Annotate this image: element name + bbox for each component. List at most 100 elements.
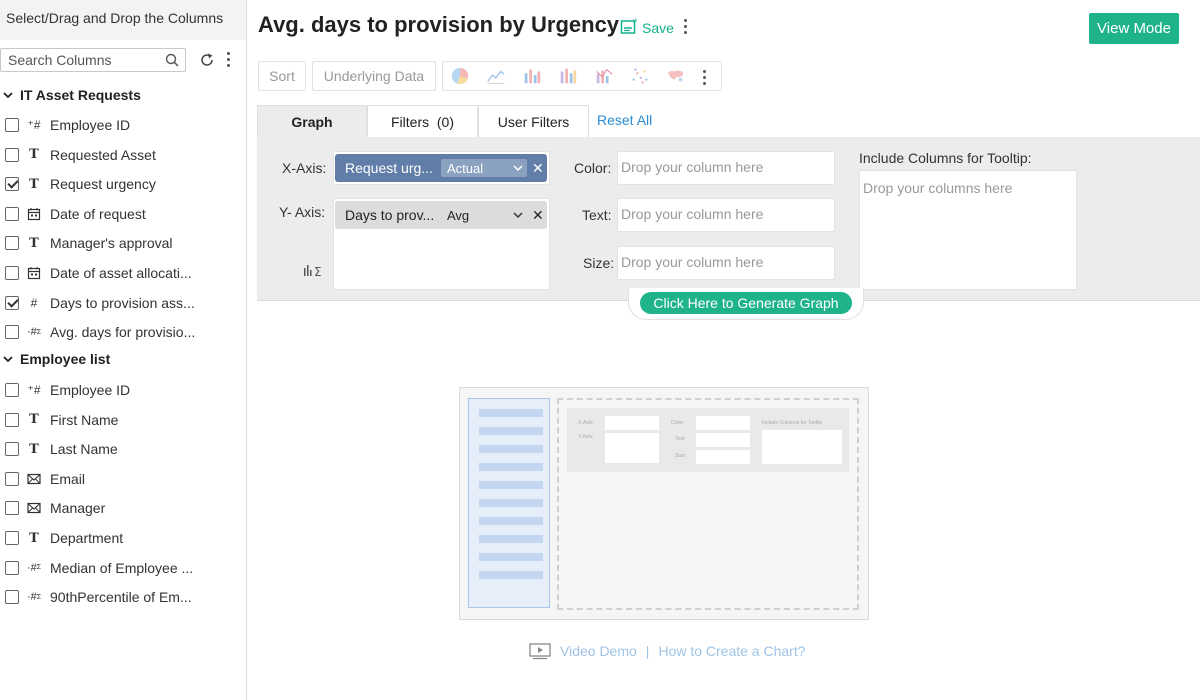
calendar-icon bbox=[27, 207, 41, 220]
text-type-icon: T bbox=[29, 235, 39, 251]
column-item[interactable]: ·# Σ 90thPercentile of Em... bbox=[0, 586, 246, 608]
calendar-icon bbox=[27, 267, 41, 280]
column-checkbox[interactable] bbox=[5, 236, 19, 251]
column-item[interactable]: # Days to provision ass... bbox=[0, 292, 246, 314]
tab-filters[interactable]: Filters (0) bbox=[367, 105, 478, 137]
save-label: Save bbox=[642, 20, 674, 36]
column-item[interactable]: ⁺# Employee ID bbox=[0, 379, 246, 401]
column-item[interactable]: Date of request bbox=[0, 203, 246, 225]
illustration-tooltip-text: Include Columns for Tooltip bbox=[762, 420, 823, 426]
combo-chart-icon[interactable] bbox=[593, 66, 615, 86]
column-item[interactable]: ⁺# Employee ID bbox=[0, 114, 246, 136]
column-item[interactable]: ·# Σ Avg. days for provisio... bbox=[0, 321, 246, 343]
illustration-y-axis-text: Y-Axis: bbox=[578, 434, 594, 440]
column-item[interactable]: Manager bbox=[0, 497, 246, 519]
column-checkbox[interactable] bbox=[5, 266, 19, 280]
text-type-icon: T bbox=[29, 530, 39, 546]
formula-icon: ·# Σ bbox=[26, 591, 42, 604]
column-item[interactable]: Date of asset allocati... bbox=[0, 262, 246, 284]
video-icon bbox=[529, 643, 551, 660]
tooltip-label: Include Columns for Tooltip: bbox=[859, 150, 1032, 166]
column-label: Manager's approval bbox=[50, 235, 173, 252]
column-checkbox[interactable] bbox=[5, 295, 19, 310]
x-axis-aggregation-select[interactable]: Actual bbox=[441, 159, 527, 177]
column-item[interactable]: T First Name bbox=[0, 409, 246, 431]
email-icon bbox=[27, 473, 41, 484]
save-button[interactable]: * Save bbox=[620, 16, 674, 36]
sort-button[interactable]: Sort bbox=[258, 61, 306, 91]
aggregate-function-icon[interactable]: Σ bbox=[303, 262, 325, 278]
map-chart-icon[interactable] bbox=[665, 66, 687, 86]
chevron-down-icon[interactable] bbox=[2, 89, 14, 101]
search-columns-box[interactable] bbox=[0, 48, 186, 72]
column-group-header[interactable]: Employee list bbox=[0, 351, 110, 367]
column-item[interactable]: T Request urgency bbox=[0, 173, 246, 195]
column-panel-more-icon[interactable] bbox=[227, 52, 231, 70]
video-demo-link[interactable]: Video Demo bbox=[560, 643, 637, 659]
y-axis-aggregation-select[interactable]: Avg bbox=[441, 206, 527, 224]
page-title: Avg. days to provision by Urgency bbox=[258, 12, 620, 37]
column-item[interactable]: Email bbox=[0, 468, 246, 490]
column-checkbox[interactable] bbox=[5, 471, 19, 486]
line-chart-icon[interactable] bbox=[485, 66, 507, 86]
x-axis-aggregation-value: Actual bbox=[447, 160, 484, 176]
bar-chart-icon[interactable] bbox=[521, 66, 543, 86]
column-checkbox[interactable] bbox=[5, 560, 19, 575]
text-label: Text: bbox=[582, 207, 612, 223]
refresh-icon[interactable] bbox=[199, 52, 215, 68]
underlying-data-button[interactable]: Underlying Data bbox=[312, 61, 436, 91]
remove-x-column-icon[interactable]: ✕ bbox=[532, 160, 544, 177]
column-label: Days to provision ass... bbox=[50, 294, 195, 311]
x-axis-label: X-Axis: bbox=[282, 160, 327, 176]
column-checkbox[interactable] bbox=[5, 531, 19, 545]
column-item[interactable]: T Requested Asset bbox=[0, 144, 246, 166]
generate-graph-button[interactable]: Click Here to Generate Graph bbox=[640, 292, 852, 314]
size-label: Size: bbox=[583, 255, 615, 271]
column-checkbox[interactable] bbox=[5, 118, 19, 132]
illustration-size-text: Size: bbox=[675, 453, 687, 459]
column-item[interactable]: ·# Σ Median of Employee ... bbox=[0, 557, 246, 579]
x-axis-pill[interactable]: Request urg... Actual ✕ bbox=[335, 154, 547, 182]
color-label: Color: bbox=[574, 160, 612, 176]
text-type-icon: T bbox=[29, 441, 39, 457]
chevron-down-icon[interactable] bbox=[2, 353, 14, 365]
tab-graph[interactable]: Graph bbox=[257, 105, 367, 137]
column-checkbox[interactable] bbox=[5, 147, 19, 162]
column-label: Manager bbox=[50, 500, 106, 517]
column-checkbox[interactable] bbox=[5, 206, 19, 221]
column-checkbox[interactable] bbox=[5, 501, 19, 516]
column-item[interactable]: T Last Name bbox=[0, 438, 246, 460]
stacked-bar-icon[interactable] bbox=[557, 66, 579, 86]
scatter-chart-icon[interactable] bbox=[629, 66, 651, 86]
y-axis-pill[interactable]: Days to prov... Avg ✕ bbox=[335, 201, 547, 229]
column-label: Email bbox=[50, 470, 86, 487]
column-label: Request urgency bbox=[50, 176, 156, 193]
column-checkbox[interactable] bbox=[5, 177, 19, 192]
column-label: Employee ID bbox=[50, 117, 131, 133]
column-label: First Name bbox=[50, 411, 119, 428]
reset-all-link[interactable]: Reset All bbox=[597, 112, 652, 128]
pie-chart-icon[interactable] bbox=[449, 66, 471, 86]
column-item[interactable]: T Manager's approval bbox=[0, 232, 246, 254]
title-more-icon[interactable] bbox=[684, 19, 688, 37]
save-icon: * bbox=[620, 18, 638, 34]
column-checkbox[interactable] bbox=[5, 590, 19, 605]
how-to-create-chart-link[interactable]: How to Create a Chart? bbox=[658, 643, 805, 659]
column-group-header[interactable]: IT Asset Requests bbox=[0, 87, 141, 103]
y-axis-label: Y- Axis: bbox=[279, 204, 326, 220]
tab-user-filters[interactable]: User Filters bbox=[478, 105, 589, 137]
more-charts-icon[interactable] bbox=[703, 70, 707, 88]
column-checkbox[interactable] bbox=[5, 412, 19, 427]
search-icon[interactable] bbox=[165, 53, 179, 67]
chart-type-toolbar bbox=[442, 61, 722, 91]
column-label: Date of request bbox=[50, 205, 146, 222]
view-mode-button[interactable]: View Mode bbox=[1089, 13, 1179, 44]
tooltip-drop-placeholder: Drop your columns here bbox=[863, 180, 1013, 196]
column-checkbox[interactable] bbox=[5, 442, 19, 457]
column-checkbox[interactable] bbox=[5, 325, 19, 340]
size-drop-placeholder: Drop your column here bbox=[621, 254, 764, 270]
search-columns-input[interactable] bbox=[1, 49, 161, 71]
remove-y-column-icon[interactable]: ✕ bbox=[532, 207, 544, 224]
column-item[interactable]: T Department bbox=[0, 527, 246, 549]
column-checkbox[interactable] bbox=[5, 383, 19, 397]
